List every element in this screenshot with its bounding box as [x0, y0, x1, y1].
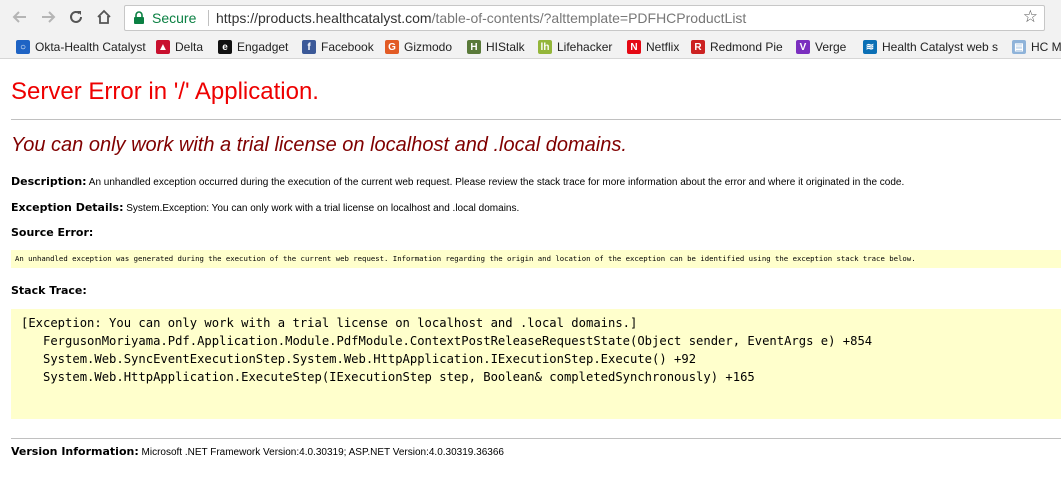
back-arrow-icon — [12, 11, 26, 23]
okta-icon: ○ — [16, 40, 30, 54]
stack-trace-label: Stack Trace: — [11, 284, 87, 297]
page-icon: ▤ — [1012, 40, 1026, 54]
description-line: Description: An unhandled exception occu… — [11, 175, 904, 188]
version-line: Version Information: Microsoft .NET Fram… — [11, 445, 504, 458]
bookmarks-bar: ○ Okta-Health Catalyst ▲ Delta e Engadget f Fac… — [0, 36, 1061, 59]
stack-line: System.Web.HttpApplication.ExecuteStep(I… — [21, 370, 755, 384]
bookmark-item[interactable]: V Verge — [796, 38, 846, 56]
bookmark-label: HC M — [1031, 40, 1061, 54]
gizmodo-icon: G — [385, 40, 399, 54]
verge-icon: V — [796, 40, 810, 54]
stack-line: FergusonMoriyama.Pdf.Application.Module.… — [21, 334, 873, 348]
bookmark-item[interactable]: ▤ HC M — [1012, 38, 1061, 56]
source-error-label: Source Error: — [11, 226, 94, 239]
facebook-icon: f — [302, 40, 316, 54]
bookmark-item[interactable]: R Redmond Pie — [691, 38, 783, 56]
bookmark-item[interactable]: f Facebook — [302, 38, 374, 56]
redmond-pie-icon: R — [691, 40, 705, 54]
exception-text: System.Exception: You can only work with… — [126, 203, 520, 214]
bookmark-label: Delta — [175, 40, 204, 54]
bookmark-label: Health Catalyst web s — [882, 40, 999, 54]
title-divider — [11, 119, 1061, 120]
url-host: https://products.healthcatalyst.com — [216, 10, 432, 26]
source-error-box: An unhandled exception was generated dur… — [11, 250, 1061, 268]
health-catalyst-icon: ≋ — [863, 40, 877, 54]
bookmark-item[interactable]: H HIStalk — [467, 38, 525, 56]
bookmark-item[interactable]: ≋ Health Catalyst web s — [863, 38, 998, 56]
lifehacker-icon: lh — [538, 40, 552, 54]
bookmark-item[interactable]: e Engadget — [218, 38, 288, 56]
home-icon — [97, 9, 111, 24]
bookmark-star-icon[interactable]: ☆ — [1023, 7, 1038, 27]
histalk-icon: H — [467, 40, 481, 54]
stack-line: [Exception: You can only work with a tri… — [21, 316, 638, 330]
browser-toolbar: Secure https://products.healthcatalyst.c… — [0, 0, 1061, 36]
error-message: You can only work with a trial license o… — [11, 134, 627, 156]
exception-label: Exception Details: — [11, 201, 124, 214]
home-button[interactable] — [92, 5, 116, 29]
bookmark-label: Lifehacker — [557, 40, 613, 54]
bookmark-item[interactable]: ▲ Delta — [156, 38, 203, 56]
bookmark-item[interactable]: N Netflix — [627, 38, 679, 56]
address-bar[interactable]: Secure https://products.healthcatalyst.c… — [124, 5, 1045, 31]
bookmark-label: Engadget — [237, 40, 289, 54]
lock-icon — [134, 11, 144, 24]
url-text[interactable]: https://products.healthcatalyst.com/tabl… — [216, 10, 746, 26]
bookmark-label: Gizmodo — [404, 40, 453, 54]
exception-line: Exception Details: System.Exception: You… — [11, 201, 519, 214]
version-text: Microsoft .NET Framework Version:4.0.303… — [141, 447, 504, 458]
address-separator — [208, 10, 209, 26]
reload-button[interactable] — [64, 5, 88, 29]
url-path: /table-of-contents/?alttemplate=PDFHCPro… — [431, 10, 747, 26]
netflix-icon: N — [627, 40, 641, 54]
back-button[interactable] — [8, 5, 32, 29]
bookmark-label: Netflix — [646, 40, 680, 54]
delta-icon: ▲ — [156, 40, 170, 54]
bookmark-item[interactable]: lh Lifehacker — [538, 38, 612, 56]
bookmark-label: HIStalk — [486, 40, 525, 54]
bookmark-item[interactable]: ○ Okta-Health Catalyst — [16, 38, 146, 56]
source-error-text: An unhandled exception was generated dur… — [15, 254, 916, 263]
secure-label: Secure — [152, 10, 197, 26]
reload-icon — [70, 10, 82, 23]
description-label: Description: — [11, 175, 87, 188]
version-divider — [11, 438, 1061, 439]
bookmark-label: Verge — [815, 40, 847, 54]
stack-trace-box: [Exception: You can only work with a tri… — [11, 309, 1061, 419]
version-label: Version Information: — [11, 445, 139, 458]
bookmark-item[interactable]: G Gizmodo — [385, 38, 452, 56]
bookmark-label: Facebook — [321, 40, 374, 54]
forward-button[interactable] — [36, 5, 60, 29]
stack-line: System.Web.SyncEventExecutionStep.System… — [21, 352, 697, 366]
description-text: An unhandled exception occurred during t… — [88, 177, 905, 188]
bookmark-label: Okta-Health Catalyst — [35, 40, 146, 54]
bookmark-label: Redmond Pie — [710, 40, 783, 54]
error-page: Server Error in '/' Application. You can… — [0, 59, 1061, 498]
forward-arrow-icon — [42, 11, 56, 23]
page-title: Server Error in '/' Application. — [11, 78, 319, 105]
engadget-icon: e — [218, 40, 232, 54]
